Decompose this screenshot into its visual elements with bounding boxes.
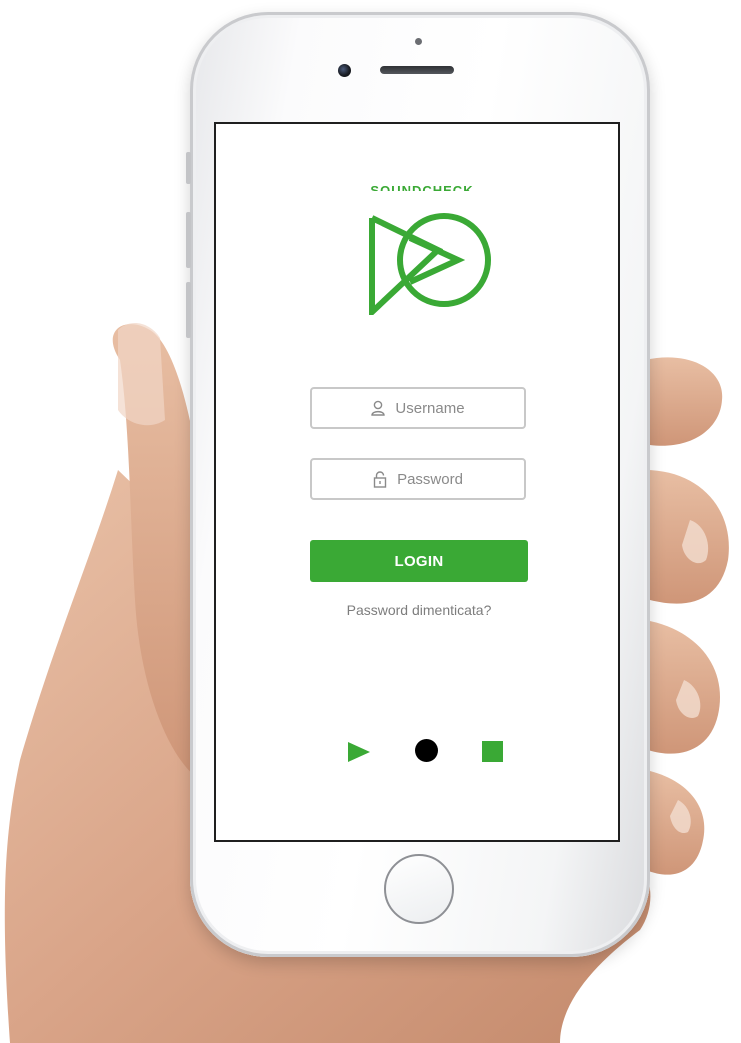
volume-up-button <box>186 212 191 268</box>
home-button[interactable] <box>384 854 454 924</box>
volume-down-button <box>186 282 191 338</box>
stop-icon[interactable] <box>482 741 503 762</box>
play-circle-logo-icon <box>369 213 491 315</box>
password-placeholder: Password <box>397 470 463 488</box>
mute-switch <box>186 152 191 184</box>
forgot-password-link[interactable]: Password dimenticata? <box>310 602 528 618</box>
phone-screen: SOUNDCHECK Username Password LOGIN Passw… <box>214 122 620 842</box>
password-field[interactable]: Password <box>310 458 526 500</box>
username-field[interactable]: Username <box>310 387 526 429</box>
earpiece-speaker <box>380 66 454 74</box>
logo-text: SOUNDCHECK <box>352 184 492 191</box>
front-camera <box>338 64 351 77</box>
user-icon <box>371 400 386 416</box>
record-icon[interactable] <box>415 739 438 762</box>
lock-icon <box>373 470 387 488</box>
proximity-sensor <box>415 38 422 45</box>
play-icon[interactable] <box>348 742 370 762</box>
username-placeholder: Username <box>395 399 465 417</box>
login-button[interactable]: LOGIN <box>310 540 528 582</box>
